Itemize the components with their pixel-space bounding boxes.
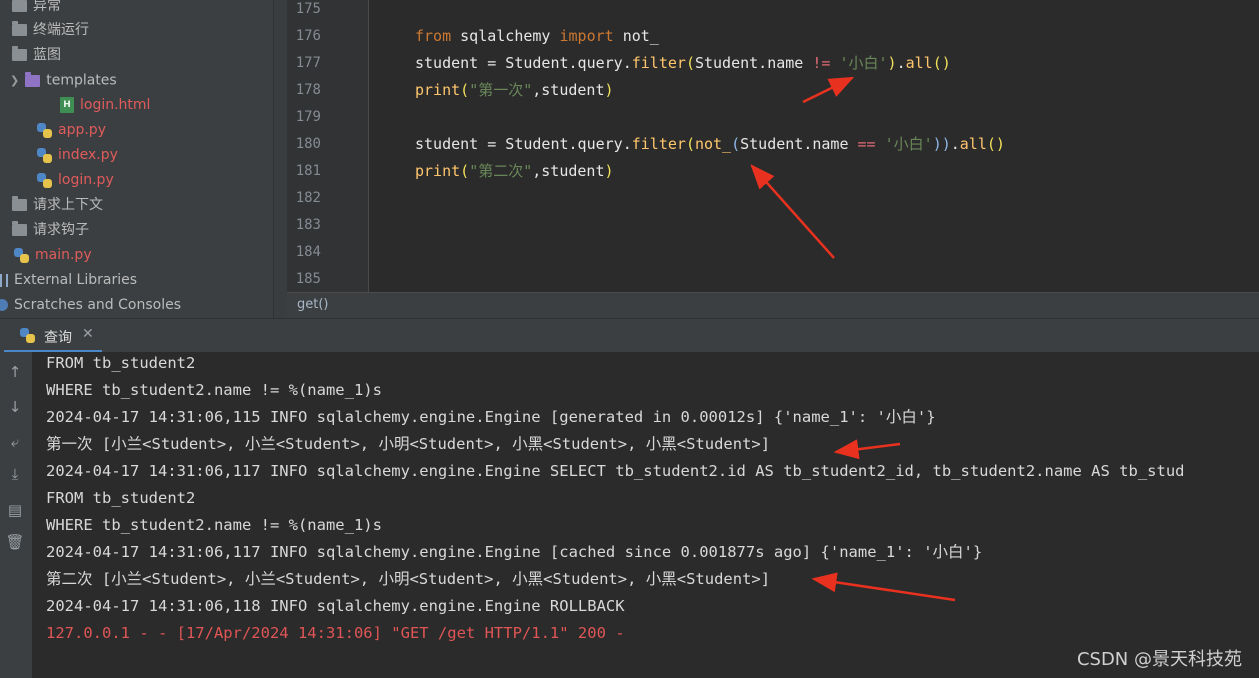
arrow-annotation (811, 572, 956, 602)
annotation-arrows (750, 76, 956, 602)
arrow-annotation (833, 439, 901, 460)
arrow-annotation (750, 164, 835, 259)
arrow-annotation (802, 76, 855, 104)
